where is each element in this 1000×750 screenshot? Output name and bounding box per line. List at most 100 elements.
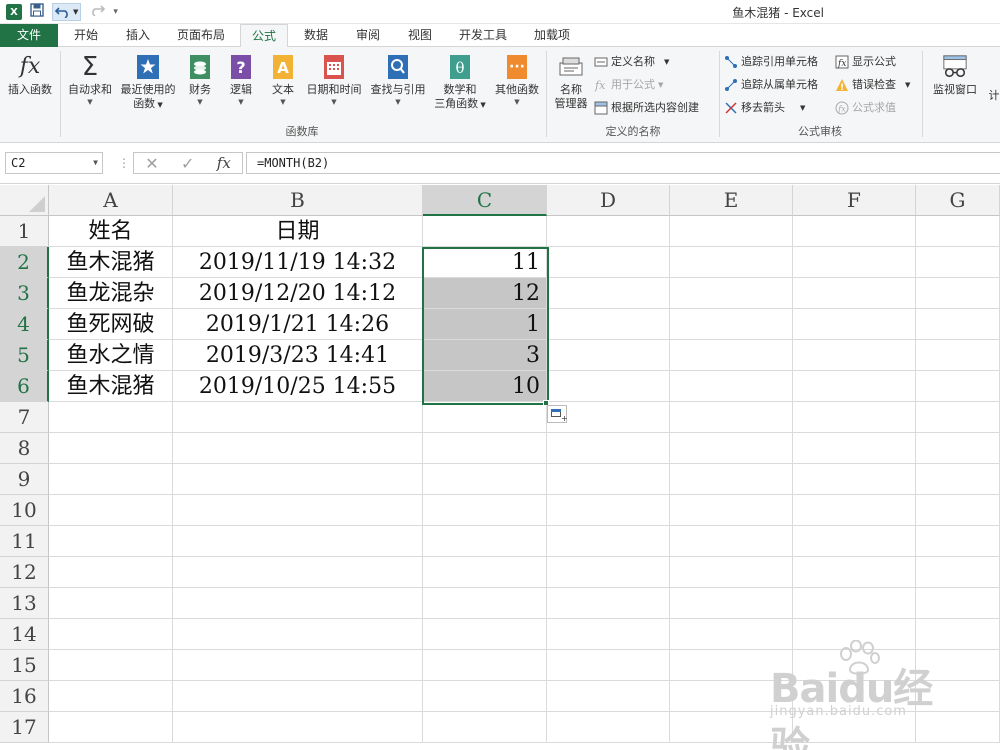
row-header-4[interactable]: 4 (0, 309, 49, 340)
cell-f7[interactable] (793, 402, 916, 433)
cell-e12[interactable] (670, 557, 793, 588)
show-formulas-button[interactable]: fx 显示公式 (835, 53, 896, 71)
row-header-1[interactable]: 1 (0, 216, 49, 247)
cell-e8[interactable] (670, 433, 793, 464)
cell-g10[interactable] (916, 495, 1000, 526)
cell-a7[interactable] (49, 402, 173, 433)
row-header-9[interactable]: 9 (0, 464, 49, 495)
cell-g6[interactable] (916, 371, 1000, 402)
cell-b9[interactable] (173, 464, 423, 495)
row-header-8[interactable]: 8 (0, 433, 49, 464)
trace-dependents-button[interactable]: 追踪从属单元格 (724, 76, 818, 94)
text-functions-button[interactable]: A 文本 ▼ (266, 53, 300, 107)
cell-c10[interactable] (423, 495, 547, 526)
cell-b16[interactable] (173, 681, 423, 712)
math-trig-button[interactable]: θ 数学和 三角函数 ▼ (430, 53, 490, 112)
recent-functions-button[interactable]: 最近使用的 函数 ▼ (116, 53, 180, 112)
cell-d12[interactable] (547, 557, 670, 588)
cell-a5[interactable]: 鱼水之情 (49, 340, 173, 371)
remove-arrows-button[interactable]: 移去箭头 ▼ (724, 99, 805, 117)
cell-g4[interactable] (916, 309, 1000, 340)
cell-f1[interactable] (793, 216, 916, 247)
row-header-13[interactable]: 13 (0, 588, 49, 619)
cell-a10[interactable] (49, 495, 173, 526)
cell-c15[interactable] (423, 650, 547, 681)
select-all-button[interactable] (0, 185, 49, 216)
cell-c12[interactable] (423, 557, 547, 588)
tab-view[interactable]: 视图 (400, 24, 440, 47)
evaluate-formula-button[interactable]: fx 公式求值 (835, 99, 896, 117)
cell-d3[interactable] (547, 278, 670, 309)
more-functions-button[interactable]: ··· 其他函数 ▼ (490, 53, 544, 107)
cell-d4[interactable] (547, 309, 670, 340)
cell-g7[interactable] (916, 402, 1000, 433)
cell-a15[interactable] (49, 650, 173, 681)
cell-d9[interactable] (547, 464, 670, 495)
row-header-2[interactable]: 2 (0, 247, 49, 278)
insert-function-button[interactable]: fx 插入函数 (2, 53, 58, 97)
datetime-button[interactable]: 日期和时间 ▼ (302, 53, 366, 107)
cell-g13[interactable] (916, 588, 1000, 619)
autosum-button[interactable]: Σ 自动求和 ▼ (63, 53, 117, 107)
cell-c13[interactable] (423, 588, 547, 619)
row-header-14[interactable]: 14 (0, 619, 49, 650)
cell-b15[interactable] (173, 650, 423, 681)
row-header-17[interactable]: 17 (0, 712, 49, 743)
watch-window-button[interactable]: 监视窗口 (926, 53, 984, 97)
cell-a17[interactable] (49, 712, 173, 743)
column-header-g[interactable]: G (916, 185, 1000, 216)
cell-b8[interactable] (173, 433, 423, 464)
enter-check-icon[interactable]: ✓ (181, 154, 194, 173)
cell-c14[interactable] (423, 619, 547, 650)
cell-d13[interactable] (547, 588, 670, 619)
create-from-selection-button[interactable]: 根据所选内容创建 (594, 99, 699, 117)
cell-a12[interactable] (49, 557, 173, 588)
column-header-a[interactable]: A (49, 185, 173, 216)
formula-input[interactable]: =MONTH(B2) (246, 152, 1000, 174)
row-header-3[interactable]: 3 (0, 278, 49, 309)
tab-insert[interactable]: 插入 (118, 24, 158, 47)
tab-home[interactable]: 开始 (66, 24, 106, 47)
cell-c5[interactable]: 3 (423, 340, 547, 371)
row-header-6[interactable]: 6 (0, 371, 49, 402)
cell-d15[interactable] (547, 650, 670, 681)
column-header-c[interactable]: C (423, 185, 547, 216)
cell-d6[interactable] (547, 371, 670, 402)
cell-g8[interactable] (916, 433, 1000, 464)
row-header-7[interactable]: 7 (0, 402, 49, 433)
cell-a1[interactable]: 姓名 (49, 216, 173, 247)
calculation-options-button[interactable]: 计 (988, 89, 1000, 103)
cell-f11[interactable] (793, 526, 916, 557)
cell-b10[interactable] (173, 495, 423, 526)
cell-b4[interactable]: 2019/1/21 14:26 (173, 309, 423, 340)
tab-developer[interactable]: 开发工具 (452, 24, 514, 47)
cell-b3[interactable]: 2019/12/20 14:12 (173, 278, 423, 309)
cell-e5[interactable] (670, 340, 793, 371)
cell-c6[interactable]: 10 (423, 371, 547, 402)
cell-d1[interactable] (547, 216, 670, 247)
cell-a9[interactable] (49, 464, 173, 495)
cell-f3[interactable] (793, 278, 916, 309)
cell-g11[interactable] (916, 526, 1000, 557)
cell-d14[interactable] (547, 619, 670, 650)
cell-e1[interactable] (670, 216, 793, 247)
cell-f5[interactable] (793, 340, 916, 371)
row-header-10[interactable]: 10 (0, 495, 49, 526)
chevron-down-icon[interactable]: ▼ (93, 153, 98, 173)
lookup-button[interactable]: 查找与引用 ▼ (366, 53, 430, 107)
cell-a2[interactable]: 鱼木混猪 (49, 247, 173, 278)
cell-a4[interactable]: 鱼死网破 (49, 309, 173, 340)
cell-a13[interactable] (49, 588, 173, 619)
cell-b6[interactable]: 2019/10/25 14:55 (173, 371, 423, 402)
cell-e11[interactable] (670, 526, 793, 557)
cell-e2[interactable] (670, 247, 793, 278)
cell-e3[interactable] (670, 278, 793, 309)
cell-c9[interactable] (423, 464, 547, 495)
trace-precedents-button[interactable]: 追踪引用单元格 (724, 53, 818, 71)
cell-e6[interactable] (670, 371, 793, 402)
cell-d16[interactable] (547, 681, 670, 712)
row-header-16[interactable]: 16 (0, 681, 49, 712)
cell-b11[interactable] (173, 526, 423, 557)
cell-d5[interactable] (547, 340, 670, 371)
cell-e4[interactable] (670, 309, 793, 340)
